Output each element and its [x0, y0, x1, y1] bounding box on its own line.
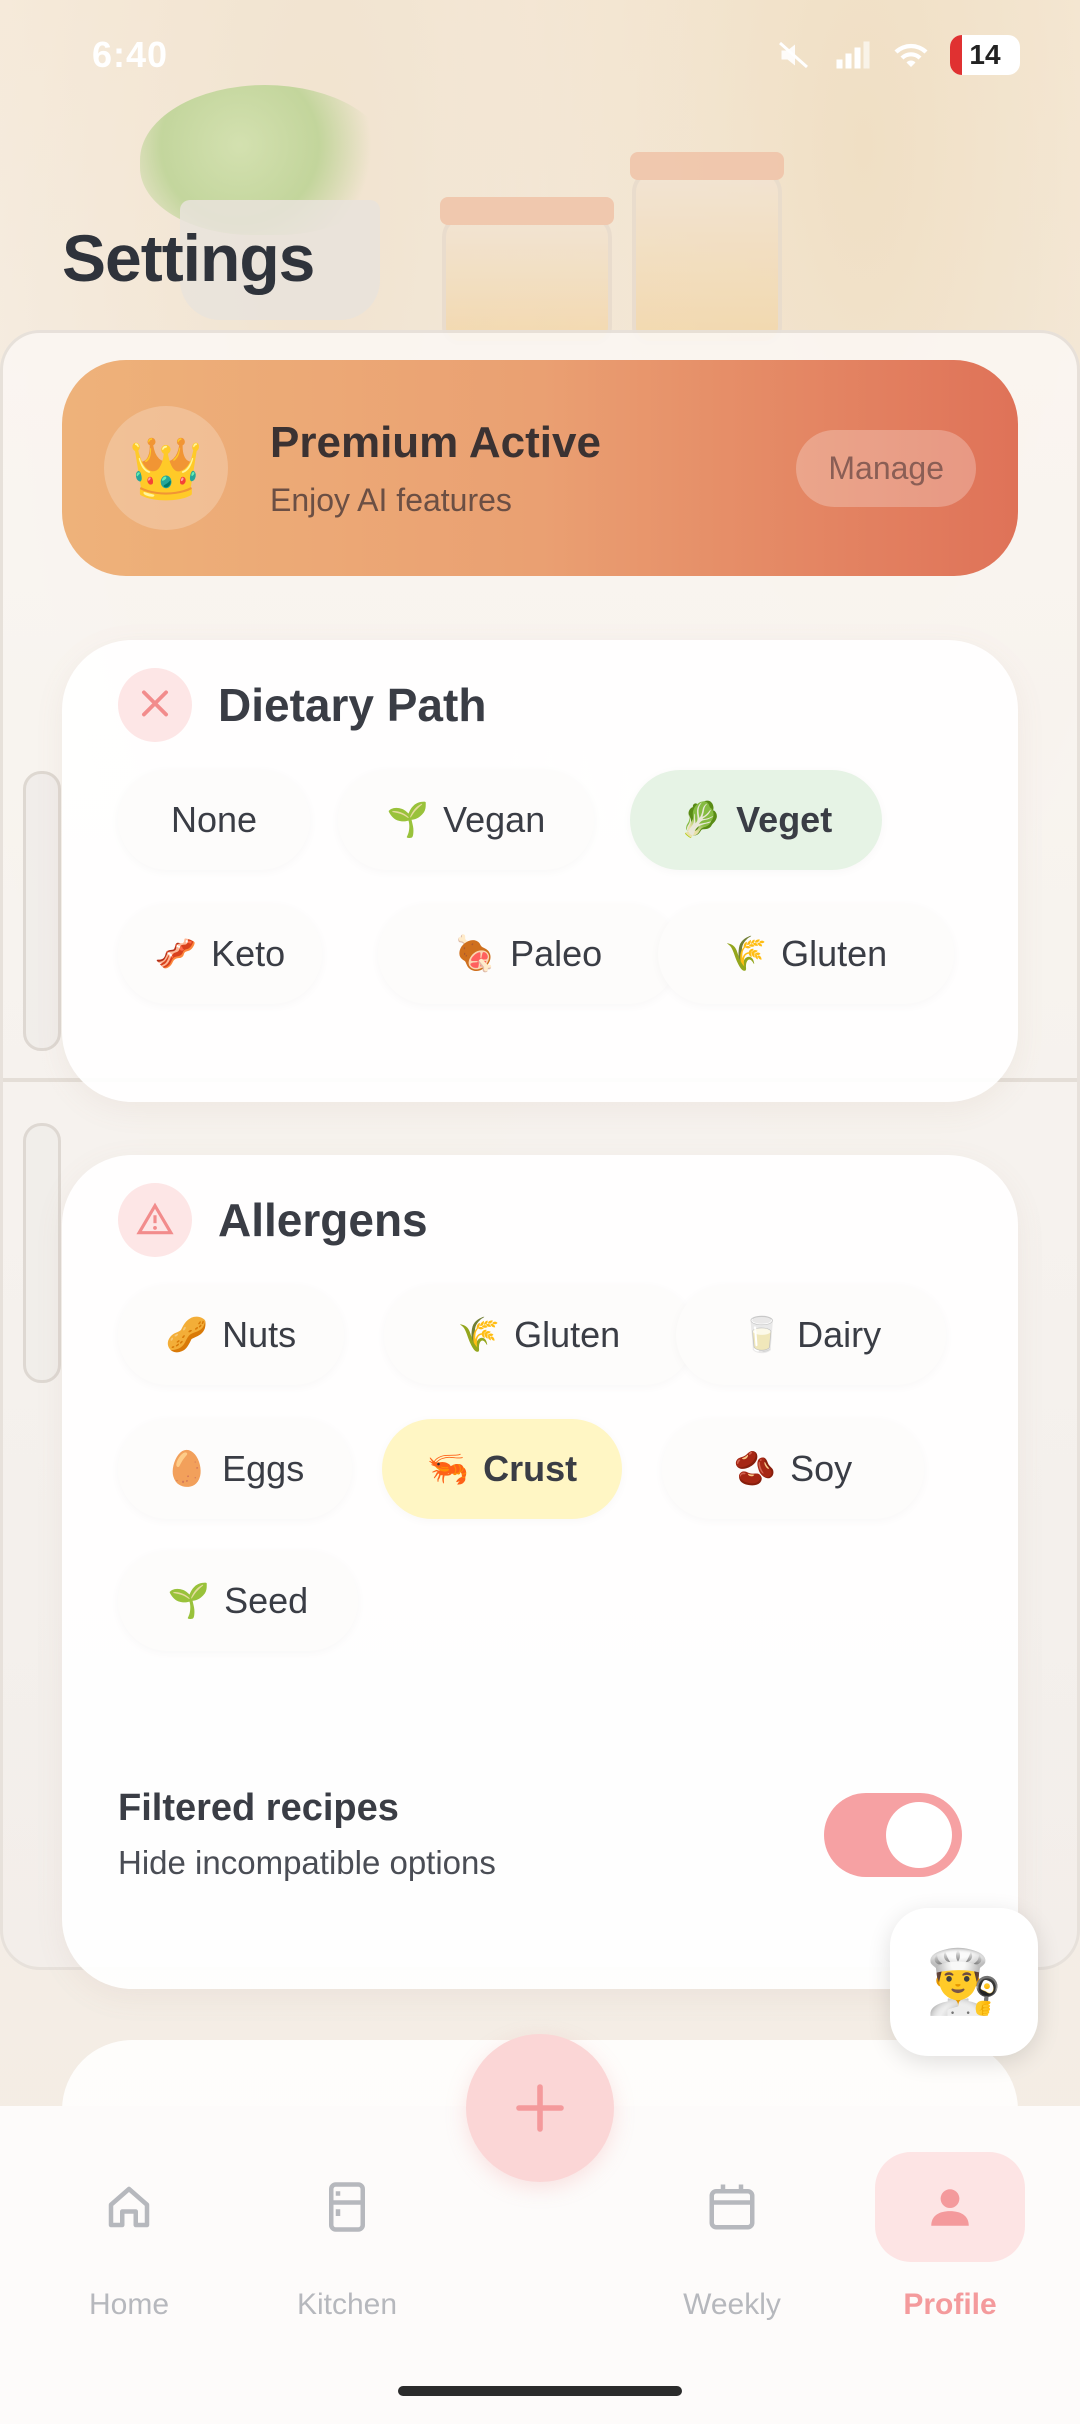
allergens-title: Allergens [218, 1194, 428, 1246]
diet-chip-emoji: 🌾 [724, 935, 768, 973]
allergen-chip-dairy[interactable]: 🥛 Dairy [676, 1285, 946, 1385]
wifi-icon [894, 43, 928, 67]
diet-chip-emoji: 🌱 [386, 801, 430, 839]
allergen-chip-emoji: 🦐 [426, 1450, 470, 1488]
home-icon [54, 2152, 204, 2262]
allergen-chip-soy[interactable]: 🫘 Soy [662, 1419, 924, 1519]
allergen-chip-emoji: 🌾 [457, 1316, 501, 1354]
signal-icon [836, 41, 870, 69]
filtered-recipes-title: Filtered recipes [118, 1787, 399, 1829]
nav-item-weekly[interactable]: Weekly [652, 2106, 812, 2322]
home-indicator [398, 2386, 682, 2396]
manage-button[interactable]: Manage [796, 429, 976, 507]
crown-icon: 👑 [104, 406, 228, 530]
status-time: 6:40 [92, 34, 169, 75]
jar-illustration [630, 152, 784, 345]
add-button[interactable] [466, 2034, 614, 2182]
battery-indicator: 14 [950, 35, 1020, 75]
nav-label-weekly: Weekly [683, 2288, 781, 2321]
diet-chip-label: Vegan [443, 799, 546, 840]
nav-label-kitchen: Kitchen [296, 2288, 398, 2321]
allergen-chip-emoji: 🥜 [165, 1316, 209, 1354]
nav-label-home: Home [88, 2288, 170, 2321]
diet-chip-emoji: 🥓 [154, 935, 198, 973]
utensils-icon [118, 668, 192, 742]
diet-chip-label: Veget [736, 799, 833, 840]
fridge-icon [272, 2152, 422, 2262]
status-bar: 6:40 14 [0, 0, 1080, 110]
allergen-chip-emoji: 🥛 [740, 1316, 784, 1354]
allergen-options: 🥜 Nuts 🌾 Gluten 🥛 Dairy 🥚 Eggs 🦐 Crust 🫘 Soy 🌱 Seed [62, 1285, 1018, 2119]
dietary-path-card: Dietary Path None 🌱 Vegan 🥬 Veget 🥓 Keto 🍖 Paleo… [62, 640, 1018, 1102]
allergen-chip-nuts[interactable]: 🥜 Nuts [118, 1285, 344, 1385]
diet-chip-label: Gluten [781, 933, 888, 974]
filtered-recipes-row: Filtered recipes Hide incompatible optio… [118, 1787, 962, 1882]
nav-item-profile[interactable]: Profile [870, 2106, 1030, 2322]
nav-item-home[interactable]: Home [49, 2106, 209, 2322]
nav-item-kitchen[interactable]: Kitchen [267, 2106, 427, 2322]
toggle-knob [886, 1801, 952, 1868]
diet-chip-gluten[interactable]: 🌾 Gluten [658, 904, 954, 1004]
diet-chip-label: Keto [211, 933, 286, 974]
allergen-chip-seed[interactable]: 🌱 Seed [118, 1551, 358, 1651]
allergen-chip-crust[interactable]: 🦐 Crust [382, 1419, 622, 1519]
filtered-recipes-toggle[interactable] [824, 1792, 962, 1877]
allergen-chip-label: Dairy [797, 1314, 882, 1355]
page-title: Settings [62, 221, 315, 295]
allergen-chip-label: Seed [224, 1580, 309, 1621]
diet-chip-keto[interactable]: 🥓 Keto [118, 904, 322, 1004]
dietary-path-title: Dietary Path [218, 679, 487, 731]
diet-chip-label: None [170, 799, 258, 840]
battery-level: 14 [969, 39, 1001, 70]
jar-illustration [440, 197, 614, 345]
diet-chip-vegan[interactable]: 🌱 Vegan [338, 770, 594, 870]
premium-card: 👑 Premium Active Enjoy AI features Manag… [62, 360, 1018, 576]
allergen-chip-label: Soy [790, 1448, 853, 1489]
allergen-chip-label: Gluten [514, 1314, 621, 1355]
filtered-recipes-subtitle: Hide incompatible options [118, 1844, 496, 1881]
allergen-chip-gluten[interactable]: 🌾 Gluten [384, 1285, 694, 1385]
diet-chip-veget[interactable]: 🥬 Veget [630, 770, 882, 870]
user-icon [875, 2152, 1025, 2262]
diet-chip-label: Paleo [510, 933, 603, 974]
chef-assistant-button[interactable]: 👨‍🍳 [890, 1908, 1038, 2056]
diet-chip-paleo[interactable]: 🍖 Paleo [378, 904, 678, 1004]
allergen-chip-label: Crust [483, 1448, 578, 1489]
diet-chip-emoji: 🍖 [453, 935, 497, 973]
mute-icon [779, 41, 808, 69]
nav-label-profile: Profile [903, 2288, 997, 2321]
allergen-chip-eggs[interactable]: 🥚 Eggs [118, 1419, 352, 1519]
allergen-chip-emoji: 🌱 [167, 1582, 211, 1620]
chef-icon: 👨‍🍳 [925, 1947, 1003, 2017]
premium-subtitle: Enjoy AI features [270, 481, 512, 518]
status-icons: 14 [776, 35, 1020, 75]
allergen-chip-label: Nuts [222, 1314, 297, 1355]
premium-title: Premium Active [270, 417, 601, 467]
calendar-icon [657, 2152, 807, 2262]
diet-chip-none[interactable]: None [118, 770, 310, 870]
diet-chip-emoji: 🥬 [679, 801, 723, 839]
allergen-chip-emoji: 🫘 [733, 1450, 777, 1488]
allergen-chip-label: Eggs [222, 1448, 305, 1489]
allergen-chip-emoji: 🥚 [165, 1450, 209, 1488]
allergens-card: Allergens 🥜 Nuts 🌾 Gluten 🥛 Dairy 🥚 Eggs 🦐 Crust 🫘… [62, 1155, 1018, 1989]
plus-icon [516, 2084, 564, 2132]
warning-icon [118, 1183, 192, 1257]
